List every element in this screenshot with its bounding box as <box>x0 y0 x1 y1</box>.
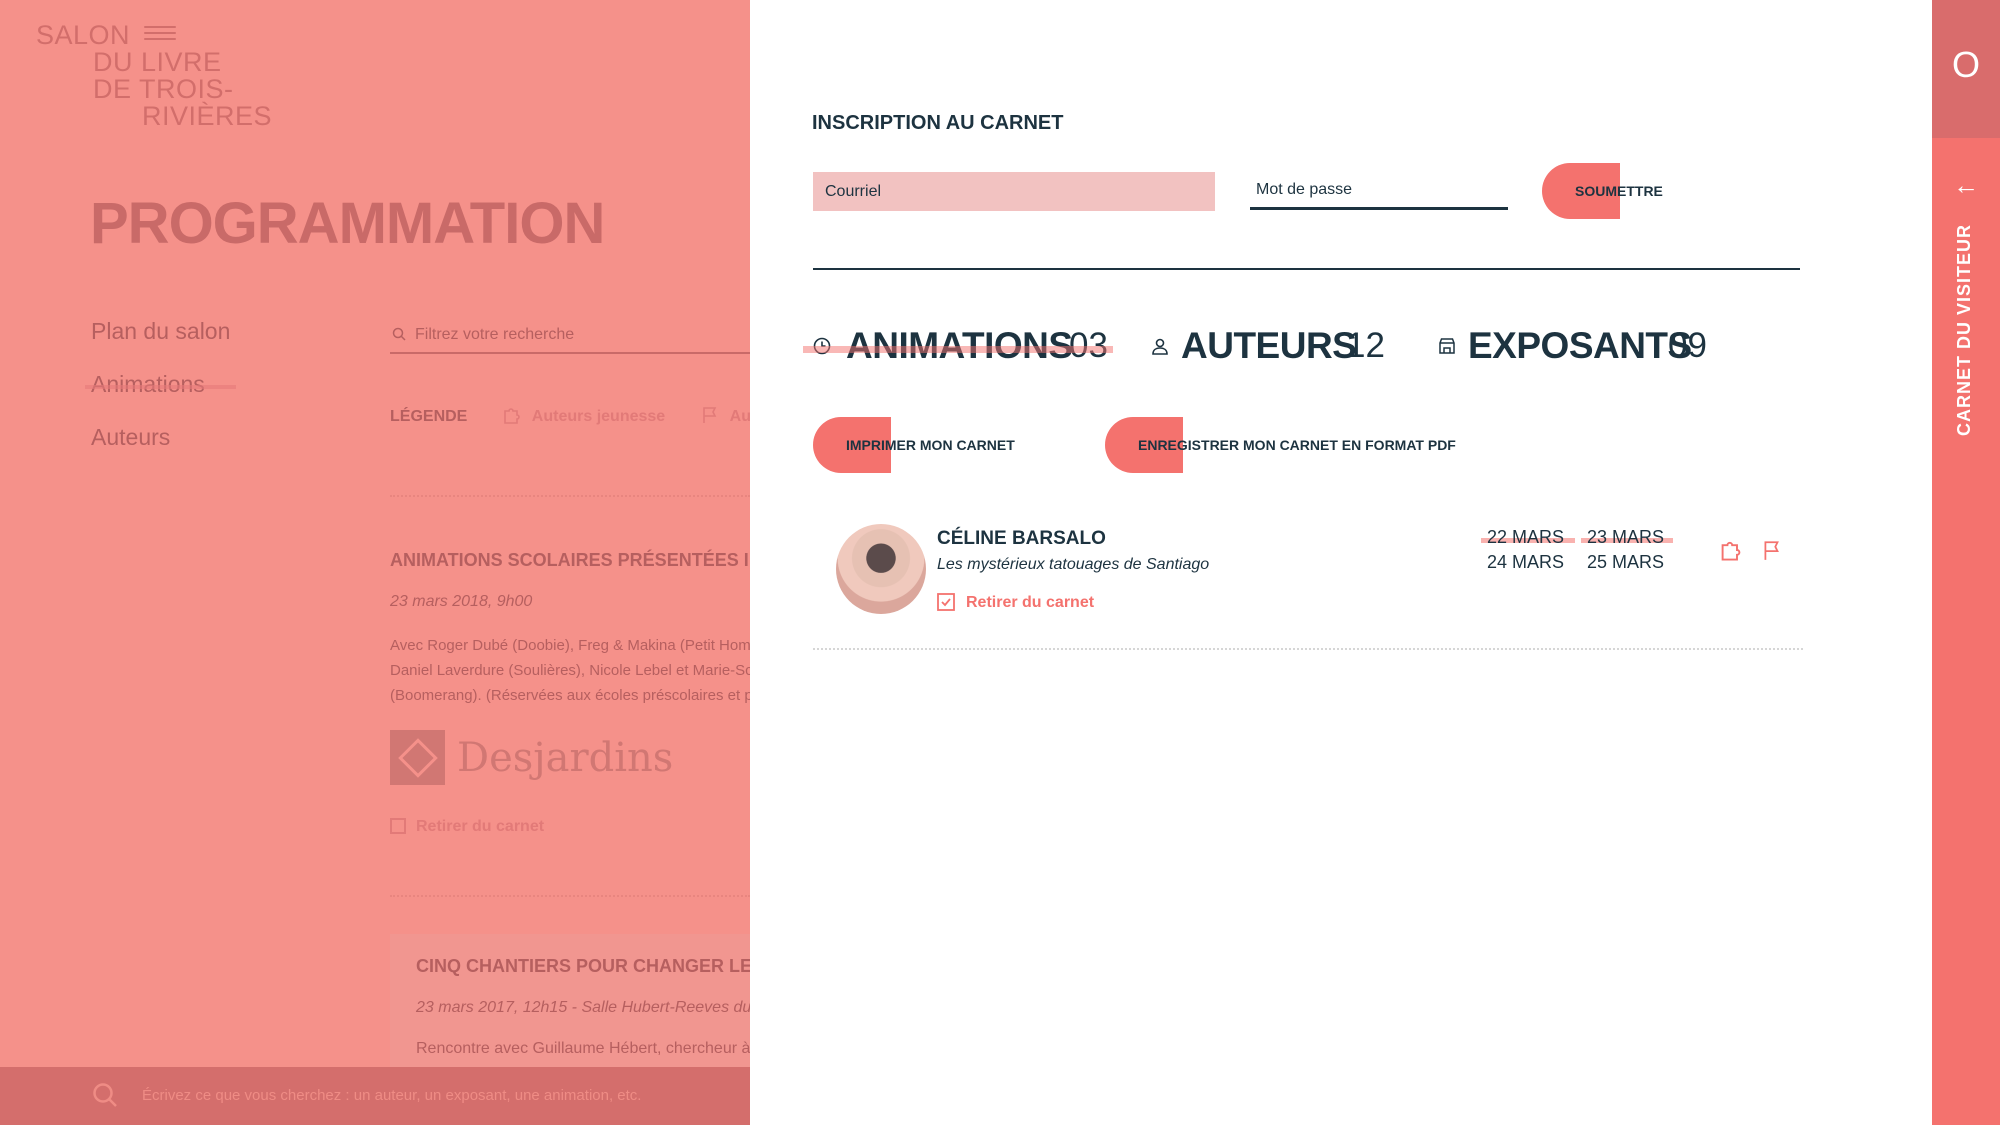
remove-from-notebook-link[interactable]: Retirer du carnet <box>937 593 1094 612</box>
nav-auteurs[interactable]: Auteurs <box>91 424 230 451</box>
tab-exposants[interactable]: EXPOSANTS 09 <box>1438 325 1738 375</box>
checkbox-icon <box>390 818 406 834</box>
event-date: 23 mars 2018, 9h00 <box>390 593 533 610</box>
save-pdf-button[interactable]: ENREGISTRER MON CARNET EN FORMAT PDF <box>1105 417 1485 473</box>
page-title: PROGRAMMATION <box>90 191 605 256</box>
event-title: CINQ CHANTIERS POUR CHANGER LE <box>416 956 750 976</box>
flag-icon <box>1764 541 1780 560</box>
author-name[interactable]: CÉLINE BARSALO <box>937 528 1106 550</box>
legend-title: LÉGENDE <box>390 408 468 425</box>
notebook-entry: CÉLINE BARSALO Les mystérieux tatouages … <box>813 520 1803 650</box>
desjardins-logo-icon <box>390 730 445 785</box>
submit-button[interactable]: SOUMETTRE <box>1542 163 1663 219</box>
date: 25 MARS <box>1587 552 1665 572</box>
email-field[interactable] <box>813 172 1215 211</box>
tab-auteurs[interactable]: AUTEURS 12 <box>1151 325 1401 375</box>
global-search-bar[interactable]: Écrivez ce que vous cherchez : un auteur… <box>0 1067 750 1125</box>
legend-item-auteurs-jeunesse: Auteurs jeunesse <box>502 408 670 425</box>
salon-logo[interactable]: SALON DU LIVRE DE TROIS- RIVIÈRES <box>36 22 272 130</box>
date: 22 MARS <box>1487 527 1565 547</box>
store-icon <box>1439 338 1455 354</box>
tab-animations[interactable]: ANIMATIONS 03 <box>803 325 1113 375</box>
event-description: Avec Roger Dubé (Doobie), Freg & Makina … <box>390 637 750 704</box>
divider <box>813 268 1800 270</box>
close-button[interactable]: O <box>1932 0 2000 138</box>
entry-icons <box>1719 538 1797 567</box>
event-card[interactable]: CINQ CHANTIERS POUR CHANGER LE 23 mars 2… <box>390 934 750 1074</box>
background-page: SALON DU LIVRE DE TROIS- RIVIÈRES PROGRA… <box>0 0 750 1125</box>
search-icon <box>392 327 406 341</box>
sponsor-logo: Desjardins <box>390 730 673 786</box>
search-icon <box>93 1083 117 1107</box>
author-work: Les mystérieux tatouages de Santiago <box>937 556 1210 573</box>
legend: LÉGENDE Auteurs jeunesse Aute <box>390 405 750 426</box>
divider <box>390 495 750 497</box>
print-notebook-button[interactable]: IMPRIMER MON CARNET <box>813 417 1043 473</box>
legend-item-auteurs: Aute <box>700 407 750 425</box>
side-nav: Plan du salon Animations Auteurs <box>84 318 237 477</box>
event-title[interactable]: ANIMATIONS SCOLAIRES PRÉSENTÉES I <box>390 550 749 571</box>
back-arrow-icon[interactable]: ← <box>1932 170 2000 201</box>
divider <box>813 648 1803 650</box>
visitor-notebook-panel: INSCRIPTION AU CARNET SOUMETTRE ANIMATIO… <box>750 0 1932 1125</box>
password-field[interactable] <box>1250 172 1508 210</box>
date: 24 MARS <box>1487 552 1565 572</box>
puzzle-icon <box>1721 541 1741 561</box>
divider <box>390 895 750 897</box>
filter-search-input[interactable]: Filtrez votre recherche <box>390 320 750 354</box>
nav-animations[interactable]: Animations <box>84 371 237 398</box>
registration-title: INSCRIPTION AU CARNET <box>812 112 1064 134</box>
event-description: Rencontre avec Guillaume Hébert, cherche… <box>416 1040 750 1057</box>
person-icon <box>1152 338 1168 355</box>
checkbox-icon <box>937 593 955 611</box>
nav-plan-du-salon[interactable]: Plan du salon <box>91 318 230 345</box>
waves-icon <box>144 26 176 46</box>
author-avatar <box>836 524 926 614</box>
sidebar-title[interactable]: CARNET DU VISITEUR <box>1954 224 1975 436</box>
event-date: 23 mars 2017, 12h15 - Salle Hubert-Reeve… <box>416 999 750 1016</box>
date: 23 MARS <box>1587 527 1665 547</box>
puzzle-icon <box>503 408 520 424</box>
remove-from-notebook-link[interactable]: Retirer du carnet <box>390 818 544 836</box>
clock-icon <box>813 337 831 355</box>
visitor-notebook-sidebar: O ← CARNET DU VISITEUR <box>1932 0 2000 1125</box>
flag-icon <box>702 407 716 423</box>
